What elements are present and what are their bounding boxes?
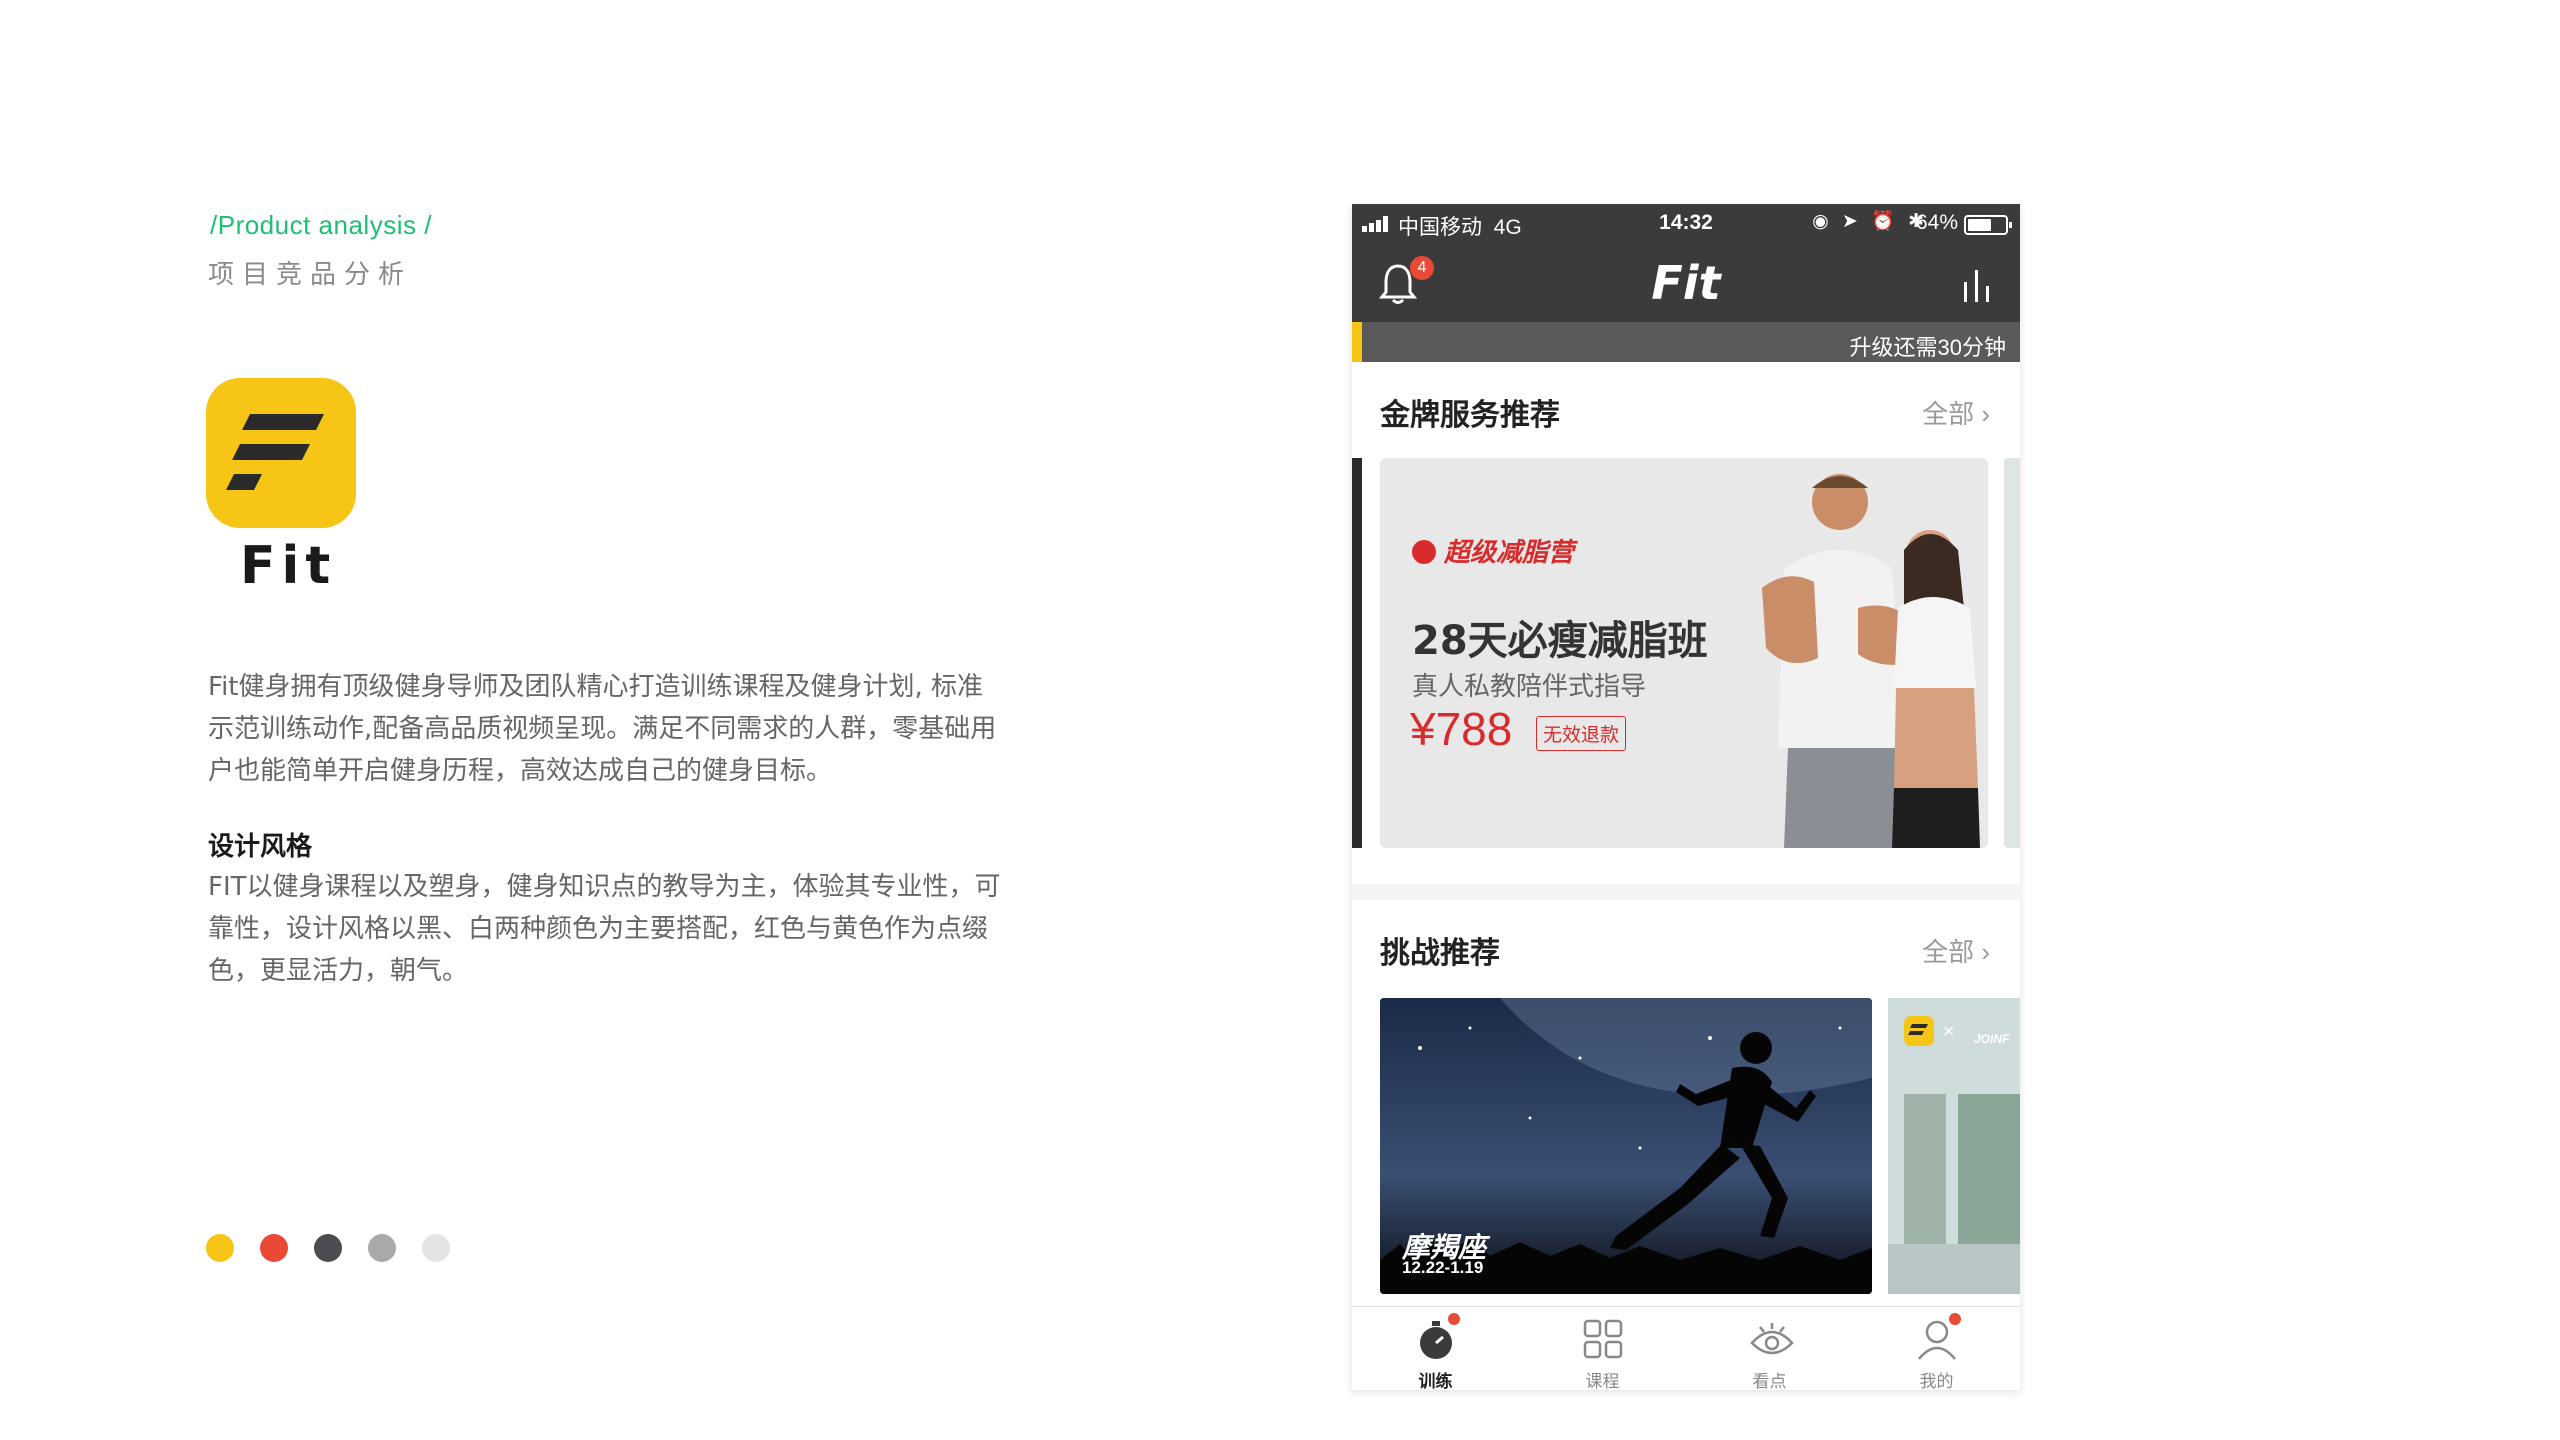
profile-badge-dot — [1949, 1313, 1961, 1325]
chevron-right-icon: › — [1981, 399, 1990, 429]
training-badge-dot — [1448, 1313, 1460, 1325]
carousel-next-card[interactable] — [2004, 458, 2020, 848]
view-all-link[interactable]: 全部 › — [1922, 394, 1990, 431]
section-subtitle: 项目竞品分析 — [208, 259, 413, 289]
grid-icon — [1583, 1319, 1623, 1359]
promo-brand: 超级减脂营 — [1412, 532, 1574, 569]
phone-screenshot: 中国移动 4G 14:32 ◉ ➤ ⏰ ✱ 64% 4 Fit 升级还需30分钟… — [1352, 204, 2020, 1390]
fit-app-icon — [206, 378, 356, 528]
tab-courses[interactable]: 课程 — [1519, 1307, 1686, 1390]
challenge-date: 12.22-1.19 — [1402, 1258, 1484, 1277]
app-name: Fit — [240, 536, 337, 596]
battery-icon — [1964, 215, 2012, 235]
palette-swatch-gray — [368, 1234, 396, 1262]
section-breadcrumb: /Product analysis / — [210, 210, 432, 240]
palette-swatch-dark-gray — [314, 1234, 342, 1262]
chevron-right-icon: › — [1981, 937, 1990, 967]
refund-tag: 无效退款 — [1536, 716, 1627, 751]
upgrade-progress-bar: 升级还需30分钟 — [1352, 322, 2020, 362]
carousel-prev-card[interactable] — [1352, 458, 1362, 848]
challenge-next-card[interactable]: × JOINF — [1888, 998, 2020, 1294]
upgrade-progress-fill — [1352, 322, 1362, 362]
status-bar: 中国移动 4G 14:32 ◉ ➤ ⏰ ✱ 64% — [1352, 204, 2020, 244]
partner-logo-text: JOINF — [1974, 1032, 2010, 1046]
tab-label: 课程 — [1585, 1372, 1620, 1390]
promo-banner[interactable]: 超级减脂营 28天必瘦减脂班 真人私教陪伴式指导 ¥788 无效退款 — [1380, 458, 1988, 848]
svg-text:×: × — [1942, 1021, 1955, 1040]
tab-training[interactable]: 训练 — [1352, 1307, 1519, 1390]
tab-label: 我的 — [1919, 1372, 1954, 1390]
palette-swatch-light-gray — [422, 1234, 450, 1262]
trainers-photo — [1762, 474, 1980, 848]
design-style-description: FIT以健身课程以及塑身，健身知识点的教导为主，体验其专业性，可靠性，设计风格以… — [208, 872, 1001, 986]
tab-label: 看点 — [1752, 1372, 1787, 1390]
tab-highlights[interactable]: 看点 — [1686, 1307, 1853, 1390]
app-logo: Fit — [1651, 256, 1721, 310]
design-style-heading: 设计风格 — [208, 832, 313, 862]
promo-price: ¥788 — [1410, 703, 1513, 755]
challenge-card[interactable]: 摩羯座 12.22-1.19 — [1380, 998, 1872, 1294]
fit-logo-icon — [226, 414, 324, 490]
bottom-tab-bar: 训练 课程 看点 我的 — [1352, 1306, 2020, 1390]
status-icons: ◉ ➤ ⏰ ✱ — [1812, 211, 1928, 232]
top-nav-bar: 4 Fit — [1352, 244, 2020, 322]
challenge-section: 挑战推荐 全部 › 摩羯座 12.22-1.19 × JOINF — [1352, 900, 2020, 1306]
app-description: Fit健身拥有顶级健身导师及团队精心打造训练课程及健身计划, 标准示范训练动作,… — [208, 672, 997, 786]
promo-subline: 真人私教陪伴式指导 — [1412, 672, 1647, 702]
section-title: 金牌服务推荐 — [1380, 398, 1560, 433]
palette-swatch-red — [260, 1234, 288, 1262]
gold-service-section: 金牌服务推荐 全部 › 超级减脂营 28天必瘦减脂班 真人私教陪伴式指导 ¥78… — [1352, 362, 2020, 884]
stats-icon[interactable] — [1960, 264, 1994, 304]
eye-icon — [1750, 1323, 1794, 1355]
tab-profile[interactable]: 我的 — [1853, 1307, 2020, 1390]
view-all-link[interactable]: 全部 › — [1922, 932, 1990, 969]
battery-percent: 64% — [1915, 211, 1958, 234]
upgrade-remaining-text: 升级还需30分钟 — [1849, 335, 2006, 360]
promo-headline: 28天必瘦减脂班 — [1412, 618, 1708, 664]
tab-label: 训练 — [1418, 1372, 1453, 1390]
palette-swatch-yellow — [206, 1234, 234, 1262]
section-title: 挑战推荐 — [1380, 936, 1500, 971]
